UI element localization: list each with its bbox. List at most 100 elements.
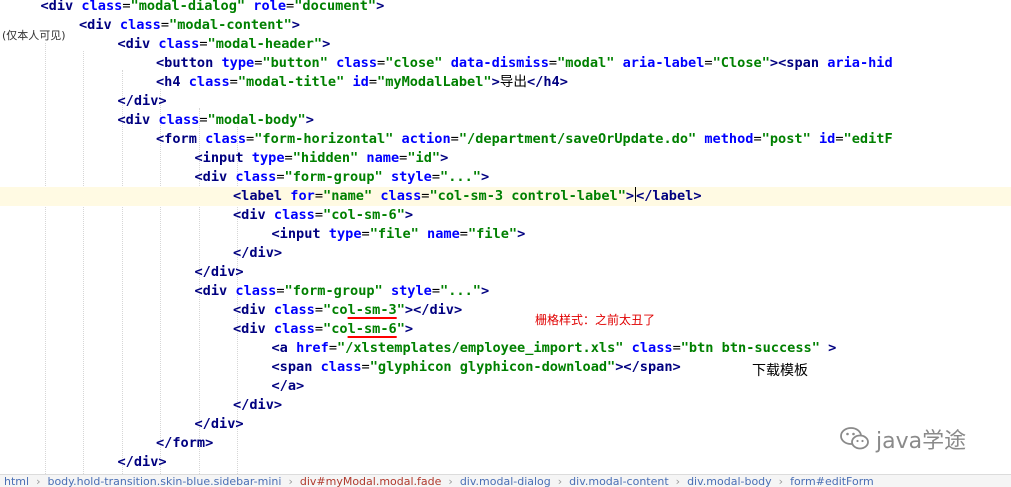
code-token: </label> bbox=[636, 188, 702, 204]
code-token: ></div> bbox=[404, 302, 463, 318]
code-token: = bbox=[459, 226, 468, 242]
code-line[interactable]: <div class="col-sm-6"> bbox=[0, 206, 1011, 225]
code-token: <span bbox=[271, 359, 321, 375]
code-token: > bbox=[480, 283, 490, 299]
code-token: > bbox=[404, 207, 414, 223]
code-token: for bbox=[290, 188, 315, 204]
code-token: 导出 bbox=[499, 74, 527, 90]
code-token: aria-hid bbox=[827, 55, 893, 71]
code-token: = bbox=[328, 340, 337, 356]
code-token: = bbox=[284, 150, 293, 166]
code-token: "document" bbox=[294, 0, 377, 14]
code-line[interactable]: <div class="form-group" style="..."> bbox=[0, 282, 1011, 301]
watermark: java学途 bbox=[840, 423, 966, 455]
code-line[interactable]: <div class="modal-header"> bbox=[0, 35, 1011, 54]
breadcrumb-separator: › bbox=[675, 475, 681, 487]
code-token: "modal-body" bbox=[207, 112, 306, 128]
code-token: = bbox=[199, 112, 208, 128]
code-token: ></span> bbox=[615, 359, 681, 375]
code-line[interactable]: </div> bbox=[0, 92, 1011, 111]
code-token: </div> bbox=[194, 416, 244, 432]
code-token: href bbox=[296, 340, 329, 356]
code-token: </a> bbox=[271, 378, 305, 394]
code-token: > bbox=[491, 74, 500, 90]
code-token: </div> bbox=[233, 245, 283, 261]
code-line[interactable]: <form class="form-horizontal" action="/d… bbox=[0, 130, 1011, 149]
code-token: class bbox=[81, 0, 123, 14]
code-token: class bbox=[273, 321, 315, 337]
code-token: > bbox=[517, 226, 526, 242]
code-line[interactable]: <h4 class="modal-title" id="myModalLabel… bbox=[0, 73, 1011, 92]
code-token: </h4> bbox=[526, 74, 568, 90]
breadcrumb-item[interactable]: form#editForm bbox=[786, 475, 878, 487]
code-token: <div bbox=[79, 17, 120, 33]
code-token: > bbox=[480, 169, 490, 185]
code-token: <input bbox=[271, 226, 329, 242]
code-line[interactable]: <span class="glyphicon glyphicon-downloa… bbox=[0, 358, 1011, 377]
breadcrumb-item[interactable]: body.hold-transition.skin-blue.sidebar-m… bbox=[43, 475, 285, 487]
code-token: "/department/saveOrUpdate.do" bbox=[458, 131, 697, 147]
code-token: role bbox=[253, 0, 287, 14]
breadcrumb-separator: › bbox=[288, 475, 293, 487]
code-line[interactable]: <div class="modal-body"> bbox=[0, 111, 1011, 130]
code-token: </form> bbox=[156, 435, 214, 451]
code-token: <h4 bbox=[156, 74, 189, 90]
code-token: class bbox=[119, 17, 161, 33]
code-token: id bbox=[352, 74, 369, 90]
code-token: " bbox=[396, 302, 405, 318]
code-line[interactable]: <label for="name" class="col-sm-3 contro… bbox=[0, 187, 1011, 206]
code-line[interactable]: <div class="form-group" style="..."> bbox=[0, 168, 1011, 187]
code-line[interactable]: </div> bbox=[0, 453, 1011, 472]
code-token: = bbox=[361, 359, 370, 375]
code-line[interactable]: </div> bbox=[0, 396, 1011, 415]
code-line[interactable]: </div> bbox=[0, 244, 1011, 263]
code-token: class bbox=[188, 74, 230, 90]
code-token: "button" bbox=[262, 55, 328, 71]
code-line[interactable]: </a> bbox=[0, 377, 1011, 396]
code-line[interactable]: <input type="file" name="file"> bbox=[0, 225, 1011, 244]
code-token: "..." bbox=[440, 169, 481, 185]
code-token: "editF bbox=[843, 131, 893, 147]
code-token: = bbox=[246, 131, 255, 147]
code-editor[interactable]: <div class="modal-dialog" role="document… bbox=[0, 0, 1011, 474]
code-token: "hidden" bbox=[292, 150, 359, 166]
breadcrumb-item[interactable]: div#myModal.modal.fade bbox=[296, 475, 446, 487]
code-token: "/xlstemplates/employee_import.xls" bbox=[337, 340, 624, 356]
code-line[interactable]: <div class="col-sm-3"></div> bbox=[0, 301, 1011, 320]
code-token: = bbox=[314, 321, 324, 337]
code-token: > bbox=[376, 0, 385, 14]
code-token: class bbox=[273, 207, 315, 223]
code-token: "post" bbox=[761, 131, 811, 147]
code-line[interactable]: </div> bbox=[0, 263, 1011, 282]
code-line[interactable]: <a href="/xlstemplates/employee_import.x… bbox=[0, 339, 1011, 358]
code-line[interactable]: <button type="button" class="close" data… bbox=[0, 54, 1011, 73]
code-line[interactable]: <div class="modal-dialog" role="document… bbox=[0, 0, 1011, 16]
breadcrumb-item[interactable]: div.modal-content bbox=[565, 475, 673, 487]
code-token: = bbox=[229, 74, 238, 90]
code-token: </div> bbox=[233, 397, 283, 413]
code-token: "glyphicon glyphicon-download" bbox=[369, 359, 616, 375]
code-token: = bbox=[753, 131, 762, 147]
code-token: "form-horizontal" bbox=[254, 131, 394, 147]
breadcrumb-item[interactable]: div.modal-body bbox=[683, 475, 776, 487]
code-token: <div bbox=[117, 112, 159, 128]
code-token: type bbox=[328, 226, 362, 242]
code-token: l-sm-6 bbox=[347, 321, 397, 337]
code-token: <div bbox=[117, 36, 159, 52]
breadcrumb-item[interactable]: html bbox=[0, 475, 33, 487]
annotation-grid-style-note: 栅格样式：之前太丑了 bbox=[535, 313, 656, 327]
code-token: <label bbox=[233, 188, 291, 204]
code-line[interactable]: <div class="modal-content"> bbox=[0, 16, 1011, 35]
code-token: class bbox=[235, 169, 277, 185]
code-line[interactable]: <div class="col-sm-6"> bbox=[0, 320, 1011, 339]
code-token: class bbox=[235, 283, 277, 299]
code-line[interactable]: <input type="hidden" name="id"> bbox=[0, 149, 1011, 168]
code-token: "col-sm-6" bbox=[323, 207, 405, 223]
code-token: = bbox=[548, 55, 558, 71]
breadcrumb-item[interactable]: div.modal-dialog bbox=[456, 475, 555, 487]
